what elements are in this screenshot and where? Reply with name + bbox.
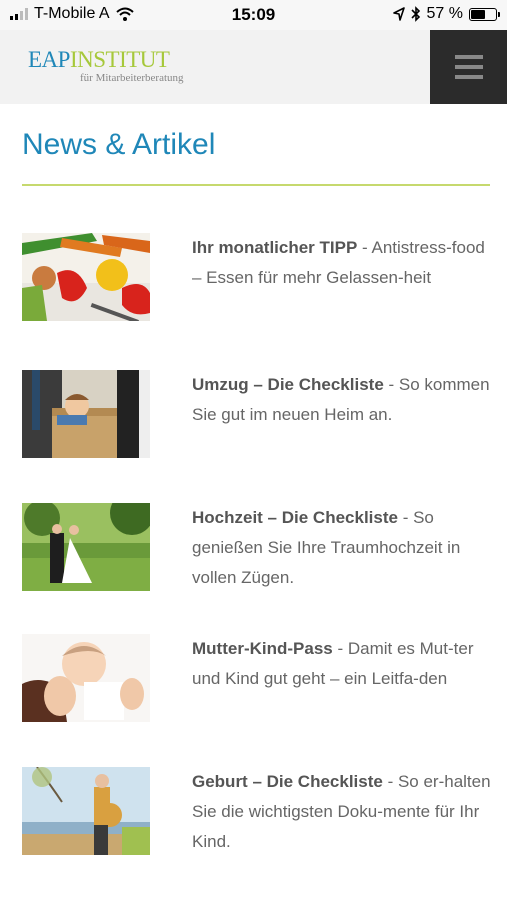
article-title[interactable]: Geburt – Die Checkliste xyxy=(192,772,383,791)
logo-eap: EAP xyxy=(28,47,70,72)
logo-institut: INSTITUT xyxy=(69,47,170,72)
article-text: Hochzeit – Die Checkliste - So genießen … xyxy=(192,503,492,593)
article-image-mother-baby[interactable] xyxy=(22,634,150,722)
article-title[interactable]: Hochzeit – Die Checkliste xyxy=(192,508,398,527)
status-bar: T-Mobile A 15:09 57 % xyxy=(0,0,507,30)
logo-wordmark: EAPINSTITUT xyxy=(28,48,184,71)
article-image-vegetables[interactable] xyxy=(22,233,150,321)
title-divider xyxy=(22,184,490,186)
article-image-pregnant[interactable] xyxy=(22,767,150,855)
article-image-wedding[interactable] xyxy=(22,503,150,591)
battery-icon xyxy=(469,7,500,21)
article-image-moving[interactable] xyxy=(22,370,150,458)
article-title[interactable]: Mutter-Kind-Pass xyxy=(192,639,333,658)
article-text: Mutter-Kind-Pass - Damit es Mut-ter und … xyxy=(192,634,492,694)
battery-fill xyxy=(471,9,485,19)
article-text: Geburt – Die Checkliste - So er-halten S… xyxy=(192,767,492,857)
site-header: EAPINSTITUT für Mitarbeiterberatung xyxy=(0,30,507,104)
article-item[interactable]: Ihr monatlicher TIPP - Antistress-food –… xyxy=(22,233,492,333)
location-icon xyxy=(392,7,405,21)
battery-percent: 57 % xyxy=(426,5,463,22)
article-title[interactable]: Ihr monatlicher TIPP xyxy=(192,238,357,257)
article-text: Ihr monatlicher TIPP - Antistress-food –… xyxy=(192,233,492,293)
status-right: 57 % xyxy=(392,5,500,23)
bluetooth-icon xyxy=(410,6,420,22)
article-item[interactable]: Umzug – Die Checkliste - So kommen Sie g… xyxy=(22,370,492,470)
hamburger-menu-icon[interactable] xyxy=(430,30,507,104)
page-title: News & Artikel xyxy=(22,128,216,161)
article-item[interactable]: Hochzeit – Die Checkliste - So genießen … xyxy=(22,503,492,603)
logo[interactable]: EAPINSTITUT für Mitarbeiterberatung xyxy=(28,48,184,84)
article-title[interactable]: Umzug – Die Checkliste xyxy=(192,375,384,394)
article-text: Umzug – Die Checkliste - So kommen Sie g… xyxy=(192,370,492,430)
article-item[interactable]: Mutter-Kind-Pass - Damit es Mut-ter und … xyxy=(22,634,492,734)
article-item[interactable]: Geburt – Die Checkliste - So er-halten S… xyxy=(22,767,492,867)
logo-tagline: für Mitarbeiterberatung xyxy=(80,72,184,84)
